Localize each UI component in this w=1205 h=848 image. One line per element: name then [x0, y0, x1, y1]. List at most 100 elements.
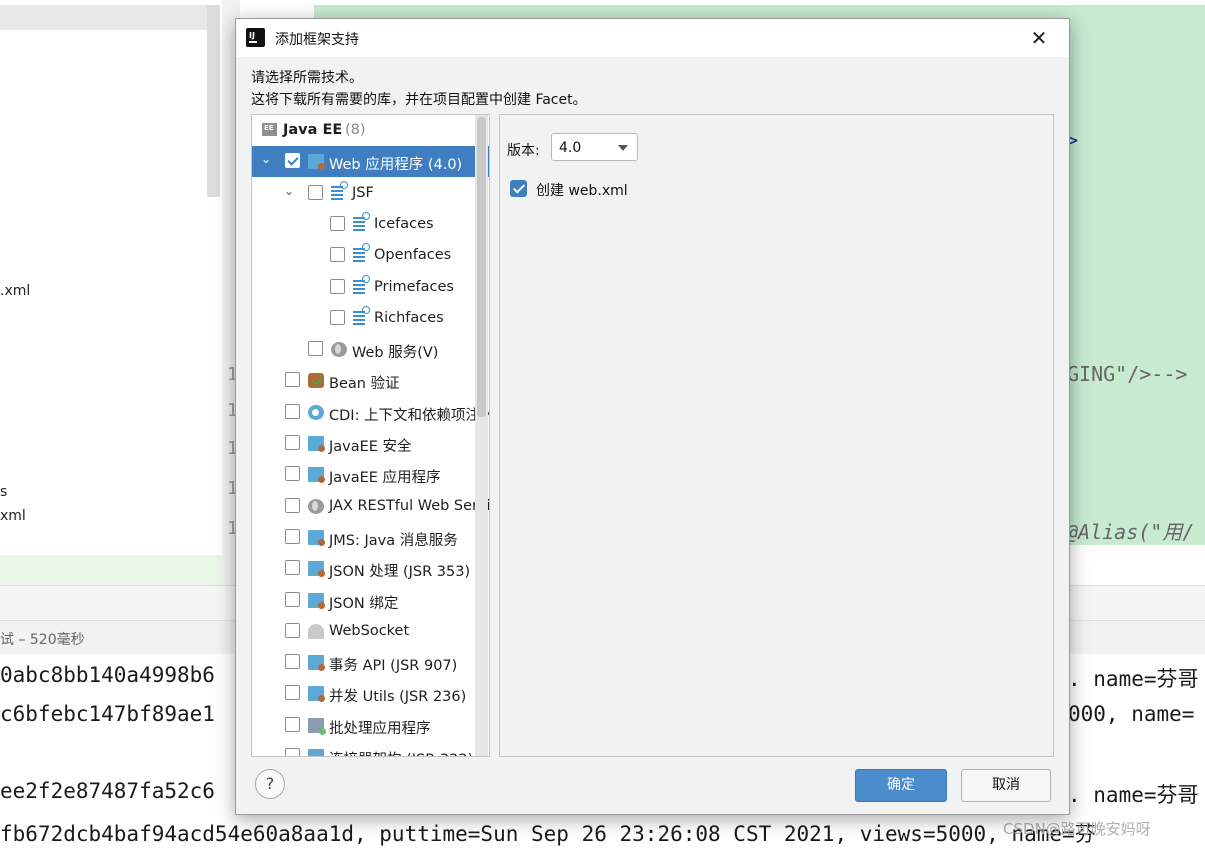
tree-item-checkbox[interactable] [285, 685, 300, 701]
tree-item[interactable]: JSON 绑定 [252, 585, 489, 616]
tree-item-checkbox[interactable] [330, 309, 345, 325]
tree-item-checkbox[interactable] [285, 497, 300, 513]
tree-item-checkbox[interactable] [308, 184, 323, 200]
web-app-icon [308, 154, 325, 171]
tree-item-checkbox[interactable] [285, 748, 300, 756]
tree-item-label: Icefaces [374, 215, 434, 232]
intellij-app-icon: IJ [246, 28, 265, 47]
tree-item[interactable]: 批处理应用程序 [252, 710, 489, 741]
tree-item[interactable]: CDI: 上下文和依赖项注入 [252, 397, 489, 428]
module-icon [308, 467, 325, 484]
create-webxml-checkbox[interactable] [510, 180, 527, 197]
tree-item-checkbox[interactable] [330, 278, 345, 294]
tree-item-label: Bean 验证 [329, 376, 400, 393]
ok-button[interactable]: 确定 [855, 769, 947, 802]
project-file-item[interactable]: s [0, 484, 7, 500]
module-icon [308, 749, 324, 756]
tree-item[interactable]: ⌄ Web 应用程序 (4.0) [252, 146, 489, 178]
tree-item[interactable]: 并发 Utils (JSR 236) [252, 678, 489, 709]
close-icon[interactable]: ✕ [1028, 27, 1050, 49]
tree-item[interactable]: JMS: Java 消息服务 [252, 522, 489, 553]
module-icon [308, 529, 325, 546]
project-panel: .xml s xml [0, 0, 222, 555]
dialog-titlebar[interactable]: IJ 添加框架支持 ✕ [236, 19, 1069, 57]
tree-item[interactable]: Openfaces [252, 240, 489, 271]
module-icon [308, 592, 325, 609]
version-dropdown[interactable]: 4.0 [551, 133, 638, 161]
tree-item[interactable]: 连接器架构 (JSR 322) [252, 741, 489, 756]
scrollbar-thumb[interactable] [477, 117, 486, 417]
module-icon [308, 561, 325, 578]
console-line: ee2f2e87487fa52c6 [0, 779, 215, 803]
create-webxml-label[interactable]: 创建 web.xml [536, 180, 628, 200]
tree-item[interactable]: Icefaces [252, 209, 489, 240]
globe-icon [308, 498, 324, 514]
project-file-item[interactable]: .xml [0, 283, 30, 299]
tree-item-label: Web 应用程序 (4.0) [329, 157, 463, 174]
framework-settings-panel: 版本: 4.0 创建 web.xml [499, 114, 1054, 757]
version-label: 版本: [507, 143, 540, 159]
project-panel-header [0, 5, 207, 30]
tree-item-checkbox[interactable] [330, 247, 345, 263]
framework-tree[interactable]: Java EE(8) ⌄ Web 应用程序 (4.0) ⌄ JSF Icefaces Ope… [251, 114, 490, 757]
chevron-down-icon[interactable]: ⌄ [261, 152, 273, 166]
framework-tree-scrollbar[interactable] [475, 115, 488, 756]
tree-item-label: Primefaces [374, 278, 454, 295]
tree-item-checkbox[interactable] [285, 654, 300, 670]
tree-item-label: 事务 API (JSR 907) [329, 658, 458, 675]
console-line: c6bfebc147bf89ae1 [0, 702, 215, 726]
dialog-description-line1: 请选择所需技术。 [251, 70, 363, 86]
tree-item-checkbox[interactable] [285, 622, 300, 638]
tree-item[interactable]: 事务 API (JSR 907) [252, 647, 489, 678]
tree-item-checkbox[interactable] [285, 372, 300, 388]
tree-item[interactable]: Java EE(8) [252, 115, 489, 146]
console-line: 000, name= [1068, 702, 1195, 726]
tree-item-checkbox[interactable] [285, 560, 300, 576]
tree-item-checkbox[interactable] [285, 435, 300, 450]
tree-item[interactable]: Richfaces [252, 303, 489, 334]
tree-item[interactable]: JSON 处理 (JSR 353) [252, 553, 489, 584]
tree-item-checkbox[interactable] [285, 153, 300, 169]
tree-item[interactable]: Web 服务(V) [252, 334, 489, 365]
help-button[interactable]: ? [255, 769, 285, 799]
tree-item[interactable]: WebSocket [252, 616, 489, 647]
project-file-item[interactable]: xml [0, 508, 26, 524]
tree-item-label: Richfaces [374, 309, 444, 326]
cdi-icon [308, 404, 324, 420]
tree-item[interactable]: JavaEE 应用程序 [252, 459, 489, 490]
cancel-button[interactable]: 取消 [961, 769, 1051, 802]
console-line: . name=芬哥 [1068, 783, 1199, 807]
tree-item-label: 批处理应用程序 [329, 720, 431, 737]
jsf-icon [353, 243, 370, 264]
tree-item-checkbox[interactable] [285, 403, 300, 419]
tree-item-count: (8) [345, 122, 366, 138]
tree-item-checkbox[interactable] [285, 466, 300, 482]
tree-item[interactable]: JAX RESTful Web Services [252, 491, 489, 522]
tree-item-checkbox[interactable] [308, 341, 323, 357]
chevron-down-icon[interactable]: ⌄ [284, 184, 296, 198]
project-panel-scrollbar[interactable] [207, 5, 220, 197]
tree-item-label: CDI: 上下文和依赖项注入 [329, 407, 490, 424]
version-value: 4.0 [559, 140, 582, 156]
add-framework-support-dialog: IJ 添加框架支持 ✕ 请选择所需技术。 这将下载所有需要的库，并在项目配置中创… [235, 18, 1070, 815]
tree-item-label: JSON 处理 (JSR 353) [329, 564, 471, 581]
tree-item[interactable]: Primefaces [252, 272, 489, 303]
globe-icon [331, 342, 347, 358]
module-icon [308, 436, 325, 452]
tree-item-checkbox[interactable] [285, 716, 300, 732]
dialog-title: 添加框架支持 [275, 32, 359, 48]
tree-item[interactable]: Bean 验证 [252, 365, 489, 396]
code-fragment: @Alias("用/ [1066, 520, 1195, 544]
batch-icon [308, 717, 326, 735]
tree-item[interactable]: JavaEE 安全 [252, 428, 489, 459]
project-panel-footer [0, 555, 222, 585]
tree-item[interactable]: ⌄ JSF [252, 178, 489, 209]
tree-item-label: 连接器架构 (JSR 322) [329, 748, 473, 756]
tree-item-label: JMS: Java 消息服务 [329, 532, 458, 549]
code-fragment: GING"/>--> [1067, 362, 1188, 386]
tree-item-checkbox[interactable] [285, 591, 300, 607]
java-ee-icon [262, 123, 277, 136]
jsf-icon [353, 305, 370, 326]
tree-item-checkbox[interactable] [285, 528, 300, 544]
tree-item-checkbox[interactable] [330, 215, 345, 231]
